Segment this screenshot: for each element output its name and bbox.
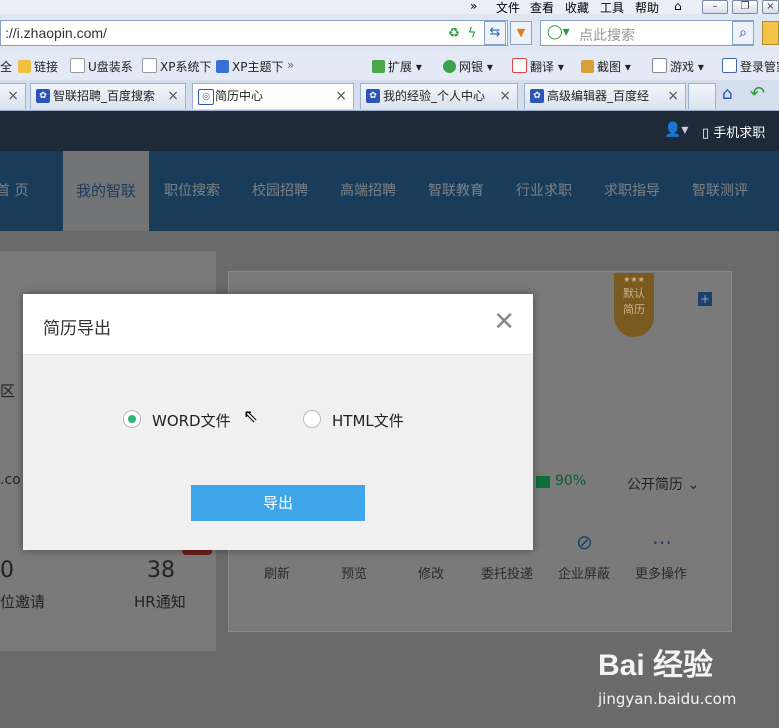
phone-icon: ▯ — [702, 126, 710, 141]
watermark-logo: Bai 经验 — [598, 649, 714, 682]
tab-resume-center[interactable]: ◎ 简历中心 × — [192, 83, 354, 109]
action-refresh[interactable]: 刷新 — [264, 563, 290, 582]
home-icon[interactable]: ⌂ — [674, 0, 682, 13]
translate-icon — [512, 58, 527, 73]
extension-extensions[interactable]: 扩展 ▾ — [372, 58, 422, 75]
baidu-paw-icon: ✿ — [36, 89, 50, 103]
tab-zhilian-search[interactable]: ✿ 智联招聘_百度搜索 × — [30, 83, 186, 109]
profile-text: 区 — [0, 382, 16, 400]
more-icon[interactable]: ⋯ — [652, 530, 672, 554]
tab-close-icon[interactable]: × — [7, 84, 19, 108]
compat-switch-icon[interactable]: ⇆ — [484, 21, 506, 45]
search-placeholder: 点此搜索 — [579, 28, 635, 44]
tab-close-icon[interactable]: × — [167, 84, 179, 108]
hr-notice-count[interactable]: 38 — [147, 558, 175, 583]
action-more[interactable]: 更多操作 — [635, 563, 687, 582]
radio-html[interactable] — [303, 410, 321, 428]
mouse-cursor-icon: ⇖ — [243, 406, 259, 427]
radio-word[interactable] — [123, 410, 141, 428]
url-text: ://i.zhaopin.com/ — [5, 25, 107, 41]
close-window-button[interactable]: × — [762, 0, 779, 14]
baidu-paw-icon: ✿ — [530, 89, 544, 103]
star-icon: ★★★ — [623, 275, 645, 284]
action-block-company[interactable]: 企业屏蔽 — [558, 563, 610, 582]
block-icon[interactable]: ⊘ — [576, 530, 593, 554]
grid-icon — [372, 60, 385, 73]
search-box[interactable]: ◯▾ 点此搜索 — [540, 20, 754, 46]
speed-icon[interactable]: ϟ — [463, 25, 481, 43]
resume-export-dialog: 简历导出 ✕ WORD文件 HTML文件 导出 — [23, 294, 533, 550]
tab-bar: × ✿ 智联招聘_百度搜索 × ◎ 简历中心 × ✿ 我的经验_个人中心 × ✿… — [0, 80, 779, 111]
extension-games[interactable]: 游戏 ▾ — [652, 58, 704, 75]
bookmarks-bar: 全 链接 U盘装系 XP系统下 XP主题下 » 扩展 ▾ 网银 ▾ 翻译 ▾ 截… — [0, 52, 779, 81]
page-icon — [142, 58, 157, 73]
new-tab-button[interactable] — [688, 83, 716, 109]
bookmark-xp-system[interactable]: XP系统下 — [142, 58, 211, 75]
bookmarks-more-icon[interactable]: » — [287, 58, 294, 72]
extension-bank[interactable]: 网银 ▾ — [443, 58, 493, 75]
menu-more-icon[interactable]: » — [470, 0, 477, 13]
site-topbar — [0, 111, 779, 151]
default-resume-ribbon: ★★★ 默认简历 — [614, 273, 654, 337]
tab-close-icon[interactable]: × — [667, 84, 679, 108]
profile-email: .co — [0, 472, 21, 488]
watermark-url: jingyan.baidu.com — [598, 690, 737, 708]
radio-html-label[interactable]: HTML文件 — [332, 410, 404, 431]
invites-label: 位邀请 — [0, 593, 46, 611]
mobile-job-link[interactable]: ▯ 手机求职 — [702, 122, 765, 141]
scissors-icon — [581, 60, 594, 73]
chevron-down-icon: ⌄ — [687, 477, 700, 493]
globe-icon: ◎ — [198, 89, 214, 105]
restore-button[interactable]: ❐ — [732, 0, 758, 14]
baidu-jingyan-watermark: Bai 经验 jingyan.baidu.com — [598, 640, 736, 708]
refresh-security-icon[interactable]: ♻ — [445, 25, 463, 43]
extension-translate[interactable]: 翻译 ▾ — [512, 58, 564, 75]
search-engine-icon[interactable]: ◯▾ — [547, 24, 570, 40]
dropdown-arrow-icon[interactable]: ▼ — [510, 21, 532, 45]
folder-icon — [18, 60, 31, 73]
action-edit[interactable]: 修改 — [418, 563, 444, 582]
dialog-title: 简历导出 — [43, 319, 111, 339]
add-icon[interactable]: + — [698, 292, 712, 306]
search-icon[interactable]: ⌕ — [732, 21, 754, 45]
back-arrow-icon[interactable]: ↶ — [750, 83, 765, 104]
key-icon — [722, 58, 737, 73]
bookmark-links[interactable]: 链接 — [18, 58, 58, 75]
browser-menubar: » 文件 查看 收藏 工具 帮助 ⌂ – ❐ × — [0, 0, 779, 15]
address-bar[interactable]: ://i.zhaopin.com/ ♻ ϟ — [0, 20, 508, 46]
bookmark-xp-theme[interactable]: XP主题下 — [216, 58, 283, 75]
gamepad-icon — [652, 58, 667, 73]
hr-notice-label: HR通知 — [134, 593, 186, 611]
site-icon — [216, 60, 229, 73]
completion-bar — [536, 476, 550, 488]
action-delegate[interactable]: 委托投递 — [481, 563, 533, 582]
tab-partial[interactable]: × — [0, 83, 26, 109]
page-icon — [70, 58, 85, 73]
radio-word-label[interactable]: WORD文件 — [152, 410, 231, 431]
action-preview[interactable]: 预览 — [341, 563, 367, 582]
nav-overlay — [0, 151, 779, 231]
invites-count[interactable]: 0 — [0, 558, 14, 583]
dialog-header: 简历导出 ✕ — [23, 294, 533, 355]
user-avatar-icon[interactable] — [762, 21, 779, 45]
tab-close-icon[interactable]: × — [335, 84, 347, 108]
home-page-icon[interactable]: ⌂ — [722, 84, 733, 104]
bookmark-usb[interactable]: U盘装系 — [70, 58, 133, 75]
minimize-button[interactable]: – — [702, 0, 728, 14]
extension-login-manager[interactable]: 登录管家 — [722, 58, 779, 75]
tab-my-experience[interactable]: ✿ 我的经验_个人中心 × — [360, 83, 518, 109]
close-icon[interactable]: ✕ — [493, 308, 515, 336]
bookmark-item[interactable]: 全 — [0, 58, 12, 75]
coin-icon — [443, 60, 456, 73]
user-icon[interactable]: 👤▾ — [664, 122, 688, 138]
tab-advanced-editor[interactable]: ✿ 高级编辑器_百度经 × — [524, 83, 686, 109]
baidu-paw-icon: ✿ — [366, 89, 380, 103]
export-button[interactable]: 导出 — [191, 485, 365, 521]
public-resume-dropdown[interactable]: 公开简历 ⌄ — [627, 474, 699, 494]
extension-screenshot[interactable]: 截图 ▾ — [581, 58, 631, 75]
tab-close-icon[interactable]: × — [499, 84, 511, 108]
completion-percent: 90% — [555, 473, 587, 489]
